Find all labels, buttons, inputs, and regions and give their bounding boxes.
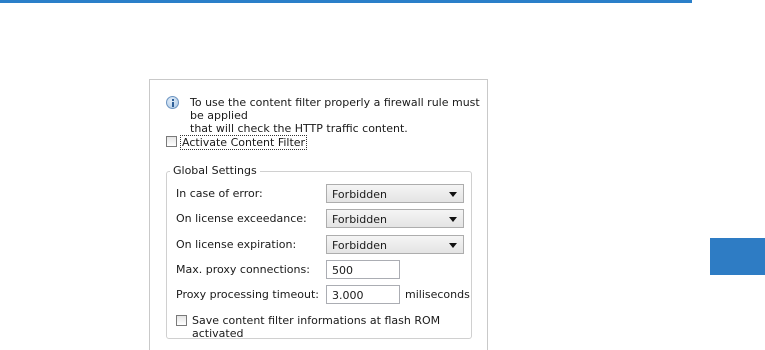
global-settings-title: Global Settings — [170, 164, 260, 177]
license-exceedance-select[interactable]: Forbidden — [326, 209, 464, 228]
error-action-value: Forbidden — [332, 188, 387, 201]
top-accent-rule — [0, 0, 692, 3]
activate-content-filter-checkbox[interactable] — [166, 136, 177, 147]
timeout-unit-label: miliseconds — [405, 288, 470, 301]
max-proxy-connections-field[interactable]: 500 — [326, 260, 400, 279]
content-filter-panel: To use the content filter properly a fir… — [149, 79, 488, 350]
license-expiration-value: Forbidden — [332, 239, 387, 252]
max-proxy-connections-label: Max. proxy connections: — [176, 263, 310, 276]
license-expiration-label: On license expiration: — [176, 238, 297, 251]
info-message-line-2: that will check the HTTP traffic content… — [190, 122, 408, 135]
save-flash-rom-checkbox[interactable] — [176, 315, 187, 326]
chevron-down-icon — [449, 217, 457, 222]
info-icon — [166, 96, 179, 109]
proxy-timeout-field[interactable]: 3.000 — [326, 285, 400, 304]
activate-content-filter-label[interactable]: Activate Content Filter — [180, 135, 308, 150]
proxy-timeout-label: Proxy processing timeout: — [176, 288, 319, 301]
max-proxy-connections-value: 500 — [332, 264, 353, 277]
info-message: To use the content filter properly a fir… — [190, 96, 480, 135]
chevron-down-icon — [449, 243, 457, 248]
side-chapter-tab — [710, 238, 765, 275]
info-message-line-1: To use the content filter properly a fir… — [190, 96, 480, 122]
license-exceedance-value: Forbidden — [332, 213, 387, 226]
error-action-select[interactable]: Forbidden — [326, 184, 464, 203]
license-expiration-select[interactable]: Forbidden — [326, 235, 464, 254]
error-label: In case of error: — [176, 187, 263, 200]
proxy-timeout-value: 3.000 — [332, 289, 364, 302]
chevron-down-icon — [449, 192, 457, 197]
license-exceedance-label: On license exceedance: — [176, 212, 307, 225]
save-flash-rom-label[interactable]: Save content filter informations at flas… — [192, 314, 487, 340]
